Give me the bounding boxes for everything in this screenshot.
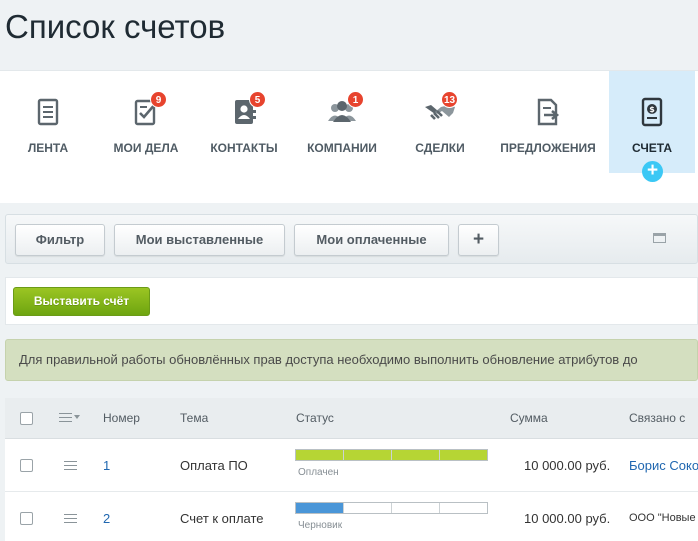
tab-invoices[interactable]: $ СЧЕТА +: [609, 71, 695, 182]
tab-companies[interactable]: 1 КОМПАНИИ: [292, 71, 392, 173]
column-header-status[interactable]: Статус: [296, 411, 334, 425]
counter-badge: 5: [249, 91, 266, 108]
table-row[interactable]: 1 Оплата ПО Оплачен 10 000.00 руб. Борис…: [5, 439, 698, 492]
crm-navigation-bar: ЛЕНТА 9 МОИ ДЕЛА 5 КОНТАКТЫ 1 КОМПАНИИ 1…: [0, 70, 698, 203]
invoice-icon: $: [641, 97, 663, 127]
column-header-topic[interactable]: Тема: [180, 411, 208, 425]
filter-bar: Фильтр Мои выставленные Мои оплаченные +: [5, 214, 698, 264]
tab-feed[interactable]: ЛЕНТА: [0, 71, 96, 173]
row-menu-icon[interactable]: [64, 514, 77, 523]
action-toolbar: Выставить счёт: [5, 277, 698, 325]
filter-button[interactable]: Фильтр: [15, 224, 105, 256]
tab-label: СДЕЛКИ: [415, 141, 465, 155]
status-progress[interactable]: [295, 449, 488, 461]
add-invoice-button[interactable]: +: [642, 161, 663, 182]
tab-label: СЧЕТА: [631, 141, 673, 155]
row-checkbox[interactable]: [20, 512, 33, 525]
select-all-checkbox[interactable]: [20, 412, 33, 425]
access-rights-notice: Для правильной работы обновлённых прав д…: [5, 339, 698, 381]
tab-deals[interactable]: 13 СДЕЛКИ: [392, 71, 488, 173]
invoice-topic: Счет к оплате: [180, 511, 264, 526]
invoice-number-link[interactable]: 1: [103, 458, 110, 473]
tab-label: КОНТАКТЫ: [210, 141, 278, 155]
column-header-amount[interactable]: Сумма: [510, 411, 548, 425]
tab-label: ПРЕДЛОЖЕНИЯ: [500, 141, 596, 155]
feed-icon: [37, 98, 59, 126]
status-progress[interactable]: [295, 502, 488, 514]
tab-my-activities[interactable]: 9 МОИ ДЕЛА: [96, 71, 196, 173]
related-entity: ООО "Новые: [629, 512, 696, 524]
row-menu-icon[interactable]: [64, 461, 77, 470]
my-paid-filter-button[interactable]: Мои оплаченные: [294, 224, 449, 256]
tab-label: МОИ ДЕЛА: [113, 141, 179, 155]
invoice-grid: Номер Тема Статус Сумма Связано с 1 Опла…: [5, 398, 698, 541]
my-issued-filter-button[interactable]: Мои выставленные: [114, 224, 285, 256]
add-filter-button[interactable]: +: [458, 224, 499, 256]
invoice-topic: Оплата ПО: [180, 458, 248, 473]
column-header-related[interactable]: Связано с: [629, 411, 685, 425]
related-entity-link[interactable]: Борис Соко: [629, 458, 698, 473]
invoice-amount: 10 000.00 руб.: [524, 511, 611, 526]
window-toggle-icon[interactable]: [653, 233, 666, 243]
invoice-amount: 10 000.00 руб.: [524, 458, 611, 473]
counter-badge: 1: [347, 91, 364, 108]
create-invoice-button[interactable]: Выставить счёт: [13, 287, 150, 316]
tab-quotes[interactable]: ПРЕДЛОЖЕНИЯ: [488, 71, 608, 173]
counter-badge: 13: [441, 91, 459, 108]
status-label: Оплачен: [298, 467, 339, 478]
tab-label: ЛЕНТА: [27, 141, 69, 155]
invoice-number-link[interactable]: 2: [103, 511, 110, 526]
quote-export-icon: [537, 98, 560, 126]
tab-label: КОМПАНИИ: [307, 141, 377, 155]
grid-header: Номер Тема Статус Сумма Связано с: [5, 398, 698, 439]
counter-badge: 9: [150, 91, 167, 108]
tab-contacts[interactable]: 5 КОНТАКТЫ: [196, 71, 292, 173]
row-checkbox[interactable]: [20, 459, 33, 472]
page-title: Список счетов: [5, 8, 226, 45]
table-row[interactable]: 2 Счет к оплате Черновик 10 000.00 руб. …: [5, 492, 698, 541]
column-header-number[interactable]: Номер: [103, 411, 140, 425]
status-label: Черновик: [298, 520, 343, 531]
svg-text:$: $: [649, 105, 655, 114]
